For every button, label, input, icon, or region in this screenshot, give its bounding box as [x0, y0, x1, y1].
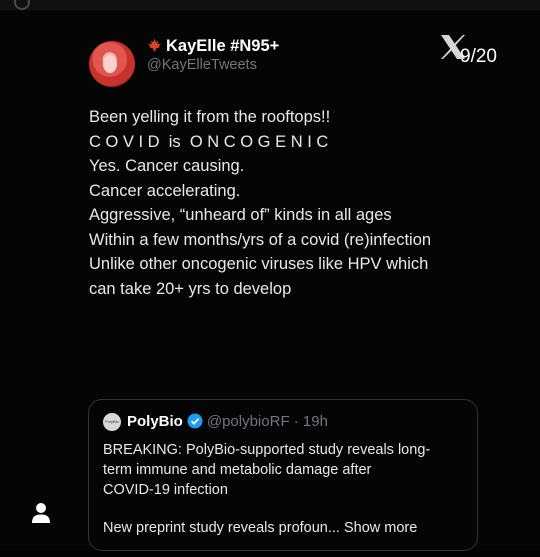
quoted-text: BREAKING: PolyBio-supported study reveal… — [103, 440, 463, 500]
tweet-body: Been yelling it from the rooftops!! C O … — [89, 105, 499, 301]
image-counter: 9/20 — [460, 46, 497, 67]
tweet-line: Within a few months/yrs of a covid (re)i… — [89, 230, 432, 249]
viewer-dot — [14, 0, 30, 10]
tweet-line: C O V I D is O N C O G E N I C — [89, 132, 329, 151]
quoted-header: PolyBio @polybioRF · 19h — [127, 413, 328, 430]
quoted-handle-time: @polybioRF · 19h — [206, 413, 328, 430]
avatar-face — [103, 55, 117, 73]
quoted-text-line: term immune and metabolic damage after — [103, 462, 372, 478]
quoted-name[interactable]: PolyBio — [127, 413, 183, 430]
tweet-line: Cancer accelerating. — [89, 181, 241, 200]
avatar[interactable] — [89, 41, 135, 87]
verified-badge-icon — [187, 413, 203, 429]
tweet-line: Yes. Cancer causing. — [89, 157, 245, 175]
person-icon[interactable] — [31, 502, 51, 524]
tweet-line: Unlike other oncogenic viruses like HPV … — [89, 255, 429, 273]
maple-leaf-icon — [148, 38, 161, 52]
tweet-line: Aggressive, “unheard of” kinds in all ag… — [89, 206, 392, 224]
tweet-line: can take 20+ yrs to develop — [89, 279, 292, 298]
quoted-text-line: BREAKING: PolyBio-supported study reveal… — [103, 442, 431, 458]
quoted-text-line: COVID-19 infection — [103, 482, 228, 498]
display-name[interactable]: KayElle #N95+ — [147, 37, 279, 56]
user-handle[interactable]: @KayElleTweets — [147, 57, 257, 73]
tweet-card: KayElle #N95+ @KayElleTweets 9/20 Been y… — [0, 10, 540, 551]
display-name-text: KayElle #N95+ — [166, 37, 280, 55]
quoted-preview-show-more[interactable]: New preprint study reveals profoun... Sh… — [103, 520, 417, 536]
quoted-tweet[interactable]: PolyBio PolyBio @polybioRF · 19h BREAKIN… — [88, 399, 478, 551]
tweet-line: Been yelling it from the rooftops!! — [89, 108, 331, 126]
viewer-top-bar — [0, 0, 540, 10]
quoted-avatar[interactable]: PolyBio — [103, 413, 121, 431]
